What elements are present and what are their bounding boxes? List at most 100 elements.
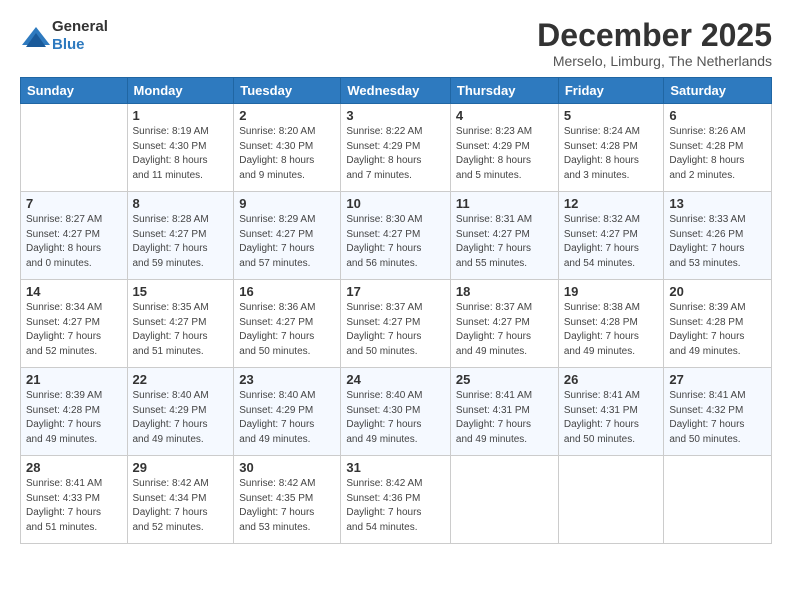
calendar-cell: 10 Sunrise: 8:30 AM Sunset: 4:27 PM Dayli…: [341, 192, 451, 280]
calendar-cell: 2Sunrise: 8:20 AM Sunset: 4:30 PM Daylig…: [234, 104, 341, 192]
logo-general: General: [52, 18, 108, 36]
day-number: 4: [456, 108, 553, 123]
day-number: 13: [669, 196, 766, 211]
weekday-header: Thursday: [450, 78, 558, 104]
cell-info: Sunrise: 8:40 AM Sunset: 4:30 PM Dayligh…: [346, 389, 445, 447]
calendar-cell: 6 Sunrise: 8:26 AM Sunset: 4:28 PM Daylig…: [664, 104, 772, 192]
logo-icon: [20, 25, 48, 47]
day-number: 19: [564, 284, 659, 299]
cell-info: Sunrise: 8:37 AM Sunset: 4:27 PM Dayligh…: [346, 301, 445, 359]
logo: General Blue: [20, 18, 108, 54]
cell-info: Sunrise: 8:31 AM Sunset: 4:27 PM Dayligh…: [456, 213, 553, 271]
day-number: 6: [669, 108, 766, 123]
day-number: 8: [133, 196, 229, 211]
calendar-cell: 8 Sunrise: 8:28 AM Sunset: 4:27 PM Daylig…: [127, 192, 234, 280]
calendar-cell: [664, 456, 772, 544]
cell-info: Sunrise: 8:42 AM Sunset: 4:34 PM Dayligh…: [133, 477, 229, 535]
cell-info: Sunrise: 8:36 AM Sunset: 4:27 PM Dayligh…: [239, 301, 335, 359]
day-number: 3: [346, 108, 445, 123]
weekday-header: Tuesday: [234, 78, 341, 104]
cell-info: Sunrise: 8:42 AM Sunset: 4:35 PM Dayligh…: [239, 477, 335, 535]
title-block: December 2025 Merselo, Limburg, The Neth…: [537, 18, 772, 69]
calendar-cell: 20 Sunrise: 8:39 AM Sunset: 4:28 PM Dayli…: [664, 280, 772, 368]
cell-info: Sunrise: 8:33 AM Sunset: 4:26 PM Dayligh…: [669, 213, 766, 271]
calendar-week-row: 14 Sunrise: 8:34 AM Sunset: 4:27 PM Dayli…: [21, 280, 772, 368]
month-title: December 2025: [537, 18, 772, 53]
calendar-cell: 21Sunrise: 8:39 AM Sunset: 4:28 PM Dayli…: [21, 368, 128, 456]
cell-info: Sunrise: 8:42 AM Sunset: 4:36 PM Dayligh…: [346, 477, 445, 535]
day-number: 24: [346, 372, 445, 387]
calendar-week-row: 7 Sunrise: 8:27 AM Sunset: 4:27 PM Daylig…: [21, 192, 772, 280]
weekday-header: Saturday: [664, 78, 772, 104]
day-number: 7: [26, 196, 122, 211]
cell-info: Sunrise: 8:28 AM Sunset: 4:27 PM Dayligh…: [133, 213, 229, 271]
day-number: 23: [239, 372, 335, 387]
calendar-cell: 12 Sunrise: 8:32 AM Sunset: 4:27 PM Dayli…: [558, 192, 664, 280]
calendar-cell: 18Sunrise: 8:37 AM Sunset: 4:27 PM Dayli…: [450, 280, 558, 368]
calendar-cell: 9Sunrise: 8:29 AM Sunset: 4:27 PM Daylig…: [234, 192, 341, 280]
cell-info: Sunrise: 8:41 AM Sunset: 4:33 PM Dayligh…: [26, 477, 122, 535]
cell-info: Sunrise: 8:40 AM Sunset: 4:29 PM Dayligh…: [133, 389, 229, 447]
cell-info: Sunrise: 8:41 AM Sunset: 4:32 PM Dayligh…: [669, 389, 766, 447]
weekday-header: Wednesday: [341, 78, 451, 104]
day-number: 29: [133, 460, 229, 475]
day-number: 10: [346, 196, 445, 211]
calendar-cell: [21, 104, 128, 192]
calendar-cell: 13 Sunrise: 8:33 AM Sunset: 4:26 PM Dayli…: [664, 192, 772, 280]
calendar-cell: [450, 456, 558, 544]
calendar-cell: 4Sunrise: 8:23 AM Sunset: 4:29 PM Daylig…: [450, 104, 558, 192]
calendar-cell: 14 Sunrise: 8:34 AM Sunset: 4:27 PM Dayli…: [21, 280, 128, 368]
day-number: 15: [133, 284, 229, 299]
cell-info: Sunrise: 8:30 AM Sunset: 4:27 PM Dayligh…: [346, 213, 445, 271]
day-number: 5: [564, 108, 659, 123]
calendar-cell: 22 Sunrise: 8:40 AM Sunset: 4:29 PM Dayli…: [127, 368, 234, 456]
calendar-cell: 5Sunrise: 8:24 AM Sunset: 4:28 PM Daylig…: [558, 104, 664, 192]
weekday-header: Sunday: [21, 78, 128, 104]
day-number: 14: [26, 284, 122, 299]
calendar-cell: [558, 456, 664, 544]
calendar-cell: 7 Sunrise: 8:27 AM Sunset: 4:27 PM Daylig…: [21, 192, 128, 280]
day-number: 12: [564, 196, 659, 211]
cell-info: Sunrise: 8:26 AM Sunset: 4:28 PM Dayligh…: [669, 125, 766, 183]
day-number: 16: [239, 284, 335, 299]
cell-info: Sunrise: 8:22 AM Sunset: 4:29 PM Dayligh…: [346, 125, 445, 183]
cell-info: Sunrise: 8:39 AM Sunset: 4:28 PM Dayligh…: [669, 301, 766, 359]
day-number: 11: [456, 196, 553, 211]
page: General Blue December 2025 Merselo, Limb…: [0, 0, 792, 612]
cell-info: Sunrise: 8:34 AM Sunset: 4:27 PM Dayligh…: [26, 301, 122, 359]
day-number: 1: [133, 108, 229, 123]
calendar-week-row: 21Sunrise: 8:39 AM Sunset: 4:28 PM Dayli…: [21, 368, 772, 456]
calendar-cell: 27 Sunrise: 8:41 AM Sunset: 4:32 PM Dayli…: [664, 368, 772, 456]
calendar-cell: 28Sunrise: 8:41 AM Sunset: 4:33 PM Dayli…: [21, 456, 128, 544]
cell-info: Sunrise: 8:27 AM Sunset: 4:27 PM Dayligh…: [26, 213, 122, 271]
day-number: 21: [26, 372, 122, 387]
day-number: 9: [239, 196, 335, 211]
header: General Blue December 2025 Merselo, Limb…: [20, 18, 772, 69]
cell-info: Sunrise: 8:38 AM Sunset: 4:28 PM Dayligh…: [564, 301, 659, 359]
calendar-cell: 31Sunrise: 8:42 AM Sunset: 4:36 PM Dayli…: [341, 456, 451, 544]
cell-info: Sunrise: 8:32 AM Sunset: 4:27 PM Dayligh…: [564, 213, 659, 271]
calendar-header-row: SundayMondayTuesdayWednesdayThursdayFrid…: [21, 78, 772, 104]
calendar-table: SundayMondayTuesdayWednesdayThursdayFrid…: [20, 77, 772, 544]
calendar-week-row: 28Sunrise: 8:41 AM Sunset: 4:33 PM Dayli…: [21, 456, 772, 544]
calendar-cell: 25Sunrise: 8:41 AM Sunset: 4:31 PM Dayli…: [450, 368, 558, 456]
calendar-cell: 30Sunrise: 8:42 AM Sunset: 4:35 PM Dayli…: [234, 456, 341, 544]
weekday-header: Friday: [558, 78, 664, 104]
cell-info: Sunrise: 8:20 AM Sunset: 4:30 PM Dayligh…: [239, 125, 335, 183]
calendar-week-row: 1 Sunrise: 8:19 AM Sunset: 4:30 PM Daylig…: [21, 104, 772, 192]
calendar-cell: 3 Sunrise: 8:22 AM Sunset: 4:29 PM Daylig…: [341, 104, 451, 192]
day-number: 17: [346, 284, 445, 299]
day-number: 22: [133, 372, 229, 387]
calendar-cell: 17 Sunrise: 8:37 AM Sunset: 4:27 PM Dayli…: [341, 280, 451, 368]
calendar-cell: 15 Sunrise: 8:35 AM Sunset: 4:27 PM Dayli…: [127, 280, 234, 368]
calendar-cell: 16 Sunrise: 8:36 AM Sunset: 4:27 PM Dayli…: [234, 280, 341, 368]
calendar-cell: 19 Sunrise: 8:38 AM Sunset: 4:28 PM Dayli…: [558, 280, 664, 368]
cell-info: Sunrise: 8:41 AM Sunset: 4:31 PM Dayligh…: [564, 389, 659, 447]
day-number: 20: [669, 284, 766, 299]
day-number: 25: [456, 372, 553, 387]
calendar-cell: 11 Sunrise: 8:31 AM Sunset: 4:27 PM Dayli…: [450, 192, 558, 280]
cell-info: Sunrise: 8:19 AM Sunset: 4:30 PM Dayligh…: [133, 125, 229, 183]
day-number: 27: [669, 372, 766, 387]
weekday-header: Monday: [127, 78, 234, 104]
cell-info: Sunrise: 8:35 AM Sunset: 4:27 PM Dayligh…: [133, 301, 229, 359]
